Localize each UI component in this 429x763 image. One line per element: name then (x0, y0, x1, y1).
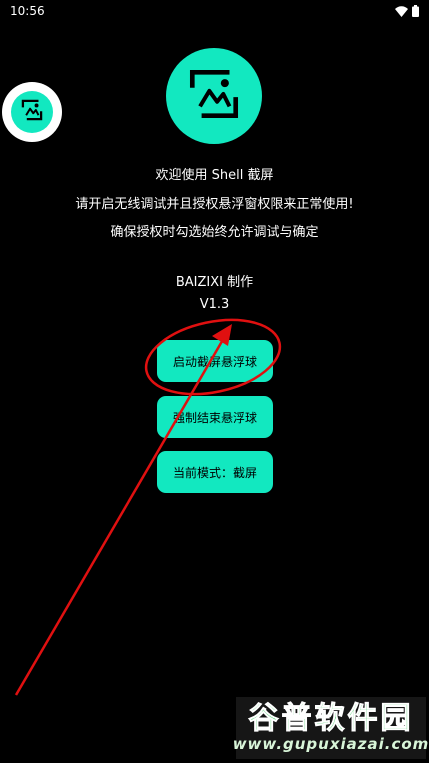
start-floating-ball-button[interactable]: 启动截屏悬浮球 (157, 340, 273, 382)
watermark-title: 谷普软件园 (248, 701, 414, 736)
watermark-url: www.gupuxiazai.com (232, 735, 429, 753)
stop-floating-ball-button[interactable]: 强制结束悬浮球 (157, 396, 273, 438)
image-gallery-icon (19, 97, 45, 127)
wifi-icon (395, 5, 408, 17)
status-bar: 10:56 (0, 0, 429, 22)
status-time: 10:56 (10, 4, 45, 18)
battery-icon (412, 5, 419, 17)
instruction-line-1: 请开启无线调试并且授权悬浮窗权限来正常使用! (75, 197, 354, 212)
floating-bubble-inner (11, 91, 53, 133)
floating-bubble[interactable] (2, 82, 62, 142)
app-logo (166, 48, 262, 144)
app-screen: 10:56 欢迎使用 Shell 截屏 请开启无线调试并且授权悬浮窗权限来正常使… (0, 0, 429, 763)
instruction-line-2: 确保授权时勾选始终允许调试与确定 (110, 225, 319, 240)
mode-button[interactable]: 当前模式：截屏 (157, 451, 273, 493)
image-gallery-icon (183, 63, 245, 129)
author-text: BAIZIXI 制作 (175, 275, 254, 290)
watermark: 谷普软件园 www.gupuxiazai.com (232, 697, 429, 759)
status-icons (395, 5, 419, 17)
version-text: V1.3 (199, 297, 230, 312)
welcome-text: 欢迎使用 Shell 截屏 (155, 168, 274, 183)
annotation-arrow-line (14, 330, 230, 696)
